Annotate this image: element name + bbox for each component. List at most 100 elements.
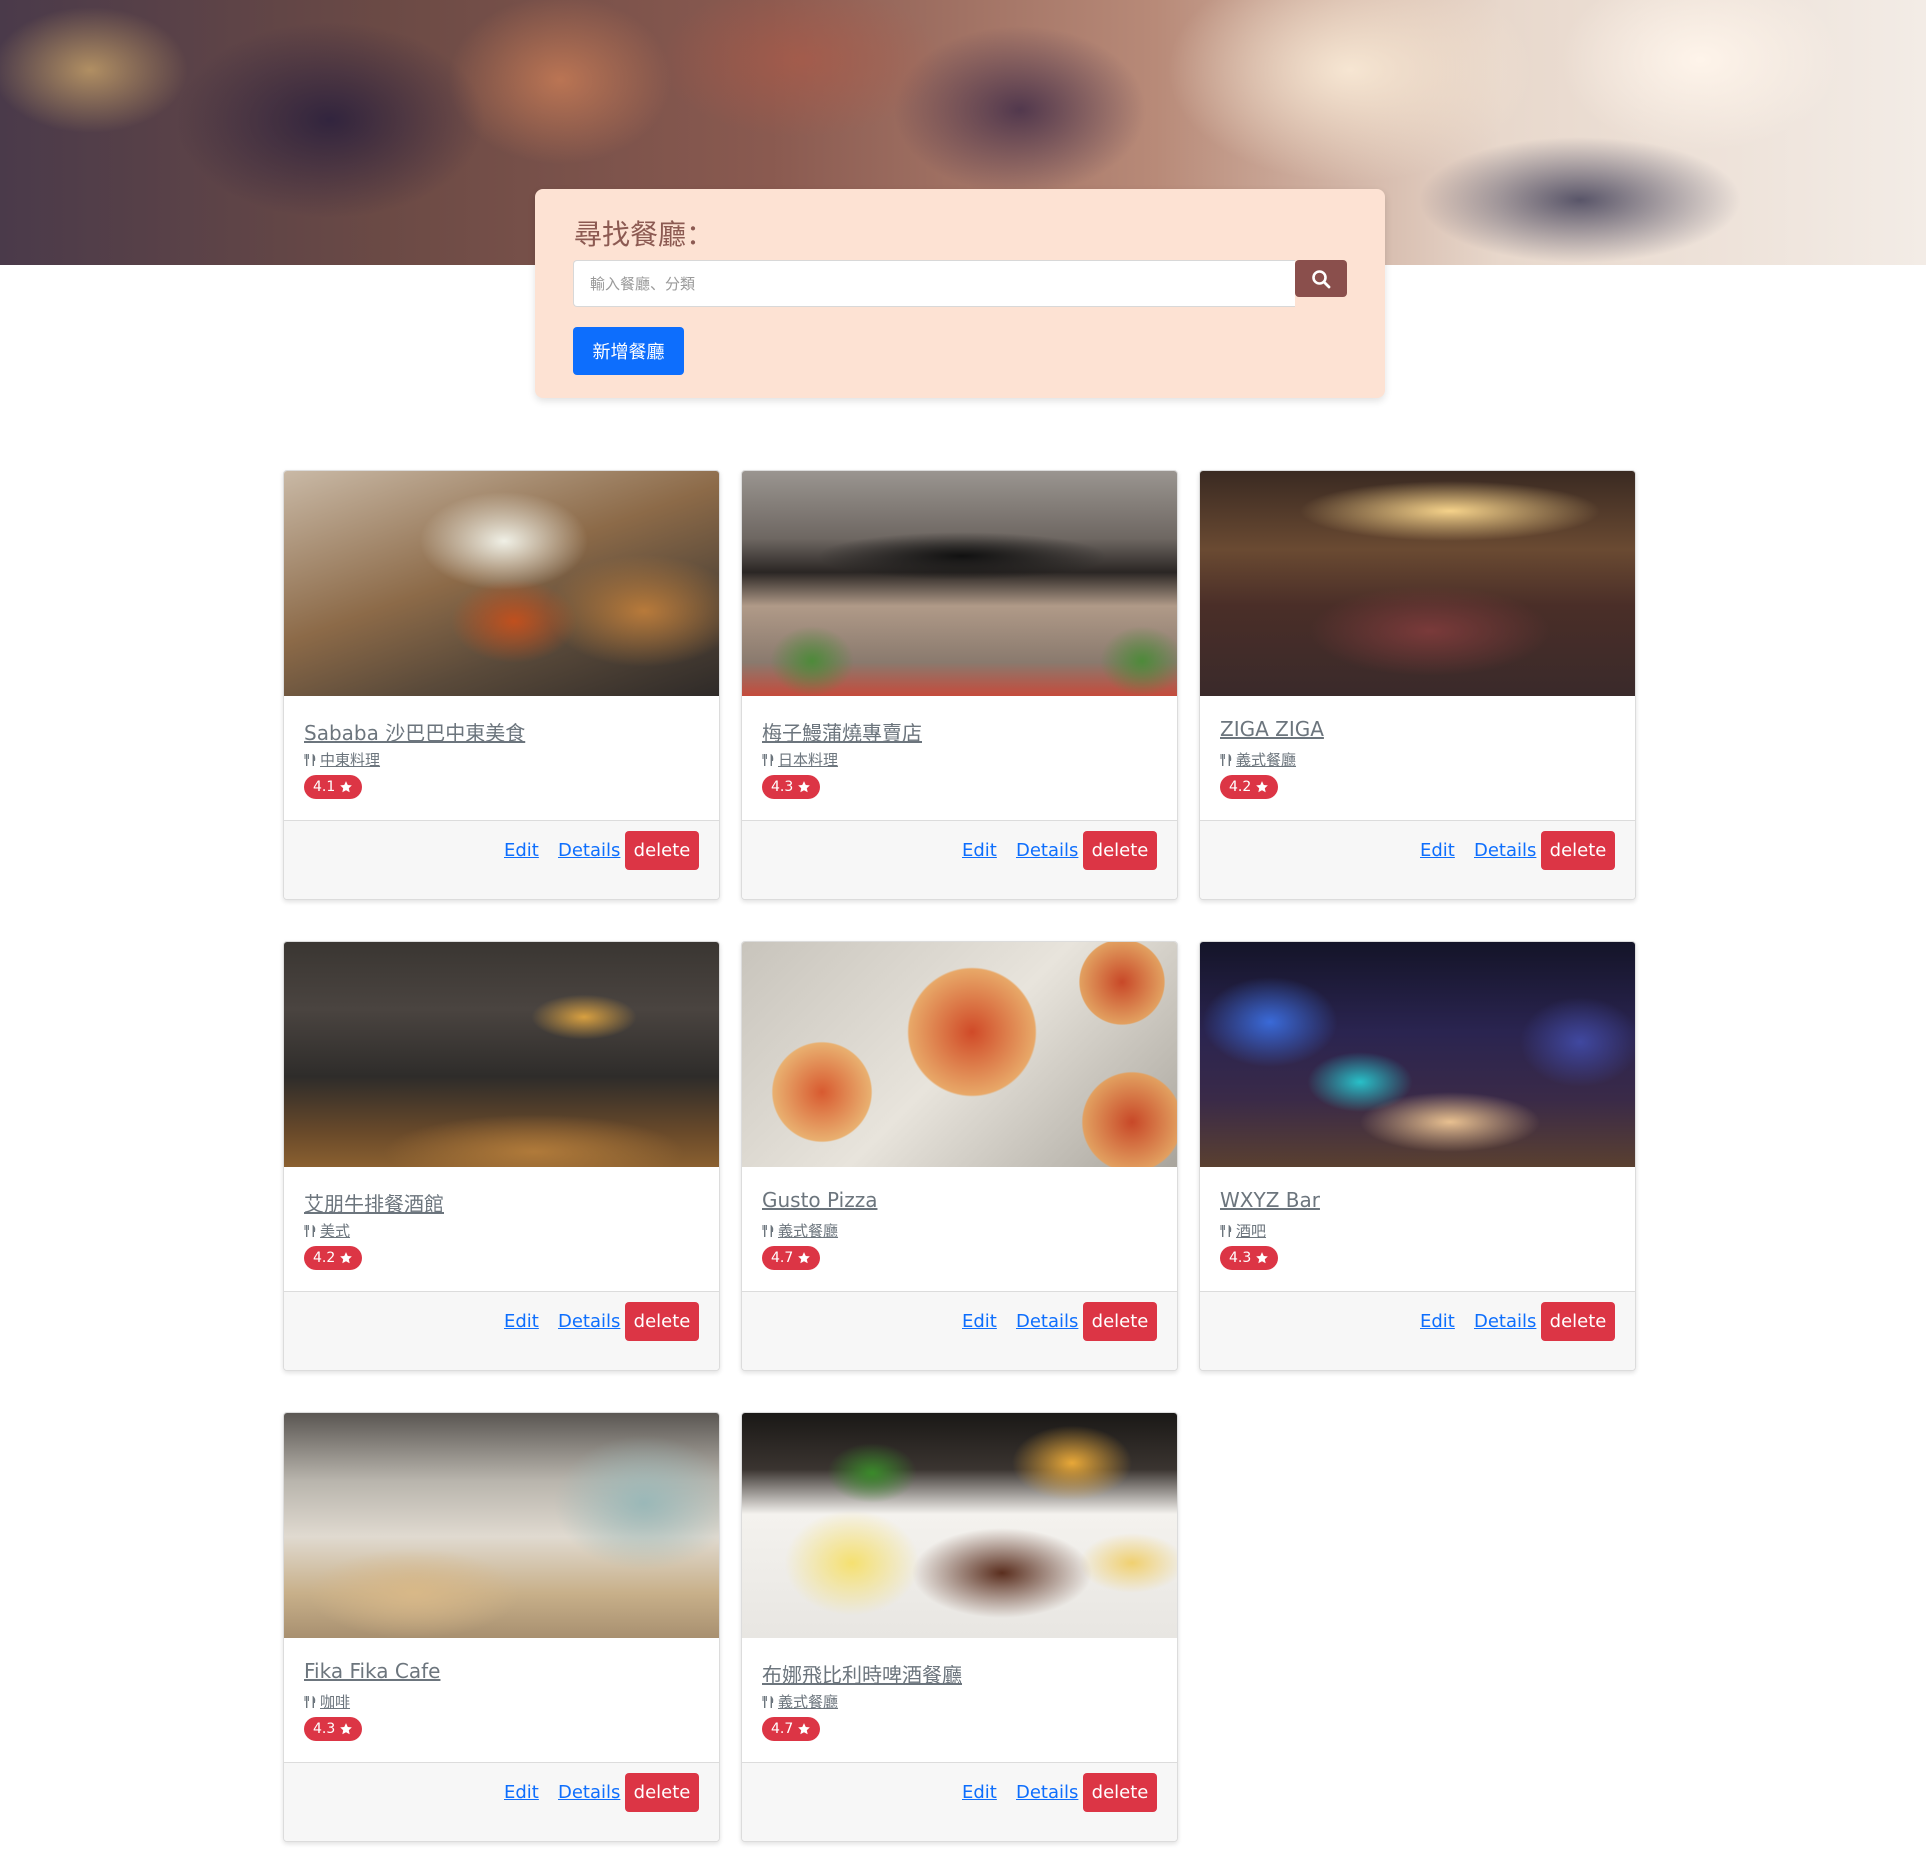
star-icon <box>798 1252 811 1264</box>
restaurant-card: Fika Fika Cafe 咖啡 4.3 Edit Details delet… <box>283 1412 720 1842</box>
restaurant-name[interactable]: WXYZ Bar <box>1220 1188 1320 1212</box>
star-icon <box>340 781 353 793</box>
category-label: 酒吧 <box>1236 1222 1267 1240</box>
restaurant-name[interactable]: Gusto Pizza <box>762 1188 877 1212</box>
category-label: 中東料理 <box>320 751 381 769</box>
utensils-icon <box>762 1224 774 1237</box>
utensils-icon <box>1220 753 1232 766</box>
edit-link[interactable]: Edit <box>1420 1311 1455 1332</box>
restaurant-category: 咖啡 <box>304 1691 350 1712</box>
card-footer: Edit Details delete <box>284 1762 719 1841</box>
rating-value: 4.3 <box>1229 1250 1252 1266</box>
details-link[interactable]: Details <box>1016 1311 1078 1332</box>
star-icon <box>798 1723 811 1735</box>
restaurant-card: ZIGA ZIGA 義式餐廳 4.2 Edit Details delete <box>1199 470 1636 900</box>
edit-link[interactable]: Edit <box>504 840 539 861</box>
details-link[interactable]: Details <box>1016 840 1078 861</box>
category-label: 義式餐廳 <box>778 1222 839 1240</box>
search-button[interactable] <box>1295 260 1347 297</box>
delete-button[interactable]: delete <box>625 831 699 870</box>
delete-button[interactable]: delete <box>1541 831 1615 870</box>
restaurant-card: 梅子鰻蒲燒專賣店 日本料理 4.3 Edit Details delete <box>741 470 1178 900</box>
edit-link[interactable]: Edit <box>1420 840 1455 861</box>
details-link[interactable]: Details <box>1474 840 1536 861</box>
restaurant-card: 艾朋牛排餐酒館 美式 4.2 Edit Details delete <box>283 941 720 1371</box>
rating-badge: 4.2 <box>1220 775 1279 799</box>
delete-button[interactable]: delete <box>1083 1302 1157 1341</box>
card-footer: Edit Details delete <box>1200 1291 1635 1370</box>
restaurant-card: Gusto Pizza 義式餐廳 4.7 Edit Details delete <box>741 941 1178 1371</box>
details-link[interactable]: Details <box>1016 1782 1078 1803</box>
restaurant-name[interactable]: Sababa 沙巴巴中東美食 <box>304 717 525 746</box>
search-input[interactable] <box>573 260 1295 307</box>
details-link[interactable]: Details <box>558 840 620 861</box>
rating-value: 4.2 <box>1229 779 1252 795</box>
restaurant-card: WXYZ Bar 酒吧 4.3 Edit Details delete <box>1199 941 1636 1371</box>
restaurant-name[interactable]: 艾朋牛排餐酒館 <box>304 1188 444 1217</box>
category-label: 義式餐廳 <box>778 1693 839 1711</box>
star-icon <box>1256 1252 1269 1264</box>
utensils-icon <box>304 1224 316 1237</box>
rating-value: 4.3 <box>771 779 794 795</box>
search-icon <box>1312 269 1331 288</box>
utensils-icon <box>304 1695 316 1708</box>
card-footer: Edit Details delete <box>742 820 1177 899</box>
edit-link[interactable]: Edit <box>504 1782 539 1803</box>
restaurant-photo[interactable] <box>284 942 719 1167</box>
delete-button[interactable]: delete <box>1083 831 1157 870</box>
details-link[interactable]: Details <box>1474 1311 1536 1332</box>
restaurant-name[interactable]: 布娜飛比利時啤酒餐廳 <box>762 1659 962 1688</box>
utensils-icon <box>304 753 316 766</box>
rating-badge: 4.1 <box>304 775 363 799</box>
rating-value: 4.7 <box>771 1250 794 1266</box>
rating-badge: 4.7 <box>762 1246 821 1270</box>
restaurant-photo[interactable] <box>742 1413 1177 1638</box>
rating-value: 4.3 <box>313 1721 336 1737</box>
edit-link[interactable]: Edit <box>962 1311 997 1332</box>
utensils-icon <box>1220 1224 1232 1237</box>
delete-button[interactable]: delete <box>1083 1773 1157 1812</box>
star-icon <box>340 1723 353 1735</box>
details-link[interactable]: Details <box>558 1782 620 1803</box>
utensils-icon <box>762 1695 774 1708</box>
rating-value: 4.2 <box>313 1250 336 1266</box>
utensils-icon <box>762 753 774 766</box>
restaurant-category: 義式餐廳 <box>1220 749 1296 770</box>
edit-link[interactable]: Edit <box>504 1311 539 1332</box>
star-icon <box>798 781 811 793</box>
restaurant-card: Sababa 沙巴巴中東美食 中東料理 4.1 Edit Details del… <box>283 470 720 900</box>
delete-button[interactable]: delete <box>1541 1302 1615 1341</box>
restaurant-category: 義式餐廳 <box>762 1691 838 1712</box>
rating-value: 4.7 <box>771 1721 794 1737</box>
star-icon <box>1256 781 1269 793</box>
restaurant-category: 義式餐廳 <box>762 1220 838 1241</box>
card-footer: Edit Details delete <box>742 1762 1177 1841</box>
search-panel: 尋找餐廳： 新增餐廳 <box>535 189 1385 398</box>
rating-badge: 4.2 <box>304 1246 363 1270</box>
restaurant-name[interactable]: ZIGA ZIGA <box>1220 717 1324 741</box>
restaurant-photo[interactable] <box>1200 942 1635 1167</box>
delete-button[interactable]: delete <box>625 1302 699 1341</box>
edit-link[interactable]: Edit <box>962 1782 997 1803</box>
card-footer: Edit Details delete <box>284 1291 719 1370</box>
restaurant-name[interactable]: 梅子鰻蒲燒專賣店 <box>762 717 922 746</box>
category-label: 美式 <box>320 1222 351 1240</box>
category-label: 咖啡 <box>320 1693 351 1711</box>
restaurant-photo[interactable] <box>1200 471 1635 696</box>
restaurant-category: 中東料理 <box>304 749 380 770</box>
rating-value: 4.1 <box>313 779 336 795</box>
card-footer: Edit Details delete <box>742 1291 1177 1370</box>
restaurant-photo[interactable] <box>284 471 719 696</box>
restaurant-photo[interactable] <box>742 942 1177 1167</box>
category-label: 日本料理 <box>778 751 839 769</box>
restaurant-photo[interactable] <box>284 1413 719 1638</box>
rating-badge: 4.3 <box>1220 1246 1279 1270</box>
delete-button[interactable]: delete <box>625 1773 699 1812</box>
restaurant-category: 美式 <box>304 1220 350 1241</box>
details-link[interactable]: Details <box>558 1311 620 1332</box>
edit-link[interactable]: Edit <box>962 840 997 861</box>
category-label: 義式餐廳 <box>1236 751 1297 769</box>
restaurant-name[interactable]: Fika Fika Cafe <box>304 1659 440 1683</box>
add-restaurant-button[interactable]: 新增餐廳 <box>573 327 684 375</box>
restaurant-photo[interactable] <box>742 471 1177 696</box>
